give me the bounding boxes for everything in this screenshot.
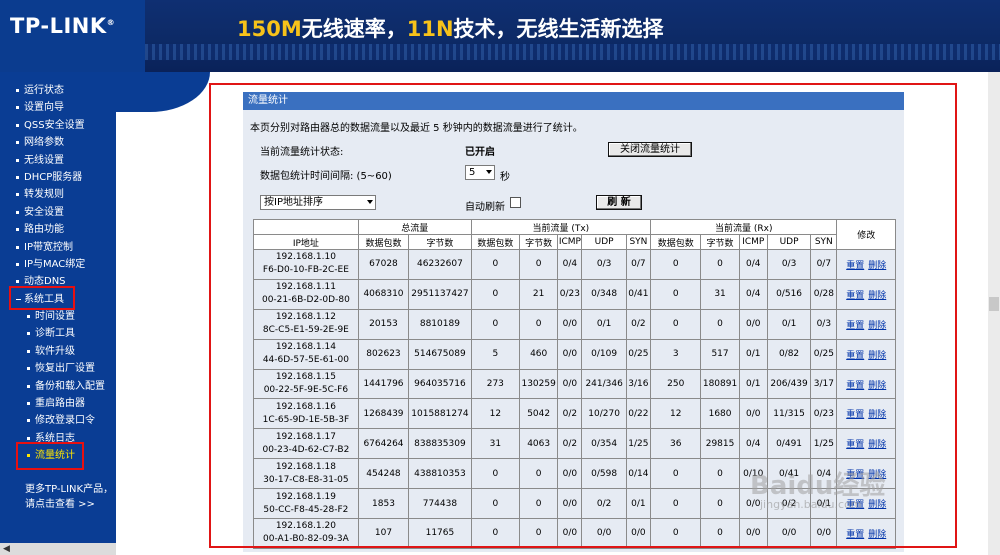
- sidebar-horizontal-scrollbar[interactable]: ◀: [0, 543, 116, 555]
- sidebar-item-2[interactable]: QSS安全设置: [0, 117, 116, 134]
- bullet-icon: [16, 123, 19, 127]
- bullet-icon: [16, 158, 19, 162]
- sidebar-item-label: 修改登录口令: [35, 415, 95, 427]
- bullet-icon: [16, 245, 19, 249]
- sidebar-item-6[interactable]: 转发规则: [0, 186, 116, 203]
- scrollbar-thumb[interactable]: [989, 297, 999, 311]
- sidebar-item-14[interactable]: 诊断工具: [0, 325, 116, 342]
- sidebar-item-label: 备份和载入配置: [35, 380, 105, 392]
- sidebar-item-16[interactable]: 恢复出厂设置: [0, 360, 116, 377]
- sidebar-item-0[interactable]: 运行状态: [0, 82, 116, 99]
- sidebar-item-13[interactable]: 时间设置: [0, 308, 116, 325]
- highlight-frame-traffic-stats: [16, 442, 84, 470]
- bullet-icon: [27, 332, 30, 336]
- sidebar-menu: 运行状态设置向导 QSS安全设置 网络参数无线设置 DHCP服务器 转发规则安全设置路由…: [0, 82, 116, 465]
- sidebar-item-label: 重启路由器: [35, 398, 85, 410]
- sidebar-item-label: 安全设置: [24, 206, 64, 218]
- sidebar-item-4[interactable]: 无线设置: [0, 152, 116, 169]
- sidebar-item-1[interactable]: 设置向导: [0, 99, 116, 116]
- sidebar-item-19[interactable]: 修改登录口令: [0, 412, 116, 429]
- sidebar-item-5[interactable]: DHCP服务器: [0, 169, 116, 186]
- bullet-icon: [27, 402, 30, 406]
- sidebar-item-label: 无线设置: [24, 154, 64, 166]
- sidebar-item-3[interactable]: 网络参数: [0, 134, 116, 151]
- sidebar-item-label: IP带宽控制: [24, 241, 73, 253]
- sidebar-item-label: 网络参数: [24, 137, 64, 149]
- bullet-icon: [16, 262, 19, 266]
- bullet-icon: [27, 367, 30, 371]
- sidebar-item-7[interactable]: 安全设置: [0, 204, 116, 221]
- sidebar-item-10[interactable]: IP与MAC绑定: [0, 256, 116, 273]
- slogan-banner: 150M无线速率，11N技术，无线生活新选择: [145, 0, 1000, 72]
- sidebar-item-label: DHCP服务器: [24, 171, 83, 183]
- watermark-url: jingyan.baidu.com: [760, 498, 862, 511]
- logo-area: TP-LINK®: [0, 0, 145, 72]
- tp-link-logo: TP-LINK®: [10, 14, 116, 38]
- sidebar-item-label: 设置向导: [24, 102, 64, 114]
- bullet-icon: [16, 175, 19, 179]
- slogan: 150M无线速率，11N技术，无线生活新选择: [237, 17, 664, 41]
- sidebar-item-label: IP与MAC绑定: [24, 258, 86, 270]
- header-banner: TP-LINK® 150M无线速率，11N技术，无线生活新选择: [0, 0, 1000, 72]
- watermark: Baidu经验: [750, 471, 886, 501]
- bullet-icon: [16, 193, 19, 197]
- bullet-icon: [27, 419, 30, 423]
- sidebar-item-9[interactable]: IP带宽控制: [0, 239, 116, 256]
- more-products-line2: 请点击查看 >>: [25, 499, 95, 510]
- sidebar-item-18[interactable]: 重启路由器: [0, 395, 116, 412]
- bullet-icon: [16, 210, 19, 214]
- bullet-icon: [16, 106, 19, 110]
- sidebar-item-label: 恢复出厂设置: [35, 363, 95, 375]
- sidebar-item-label: 转发规则: [24, 189, 64, 201]
- bullet-icon: [27, 315, 30, 319]
- sidebar-item-label: 软件升级: [35, 345, 75, 357]
- highlight-frame-system-tools: [9, 286, 75, 310]
- more-products-link[interactable]: 更多TP-LINK产品， 请点击查看 >>: [25, 482, 113, 512]
- bullet-icon: [27, 349, 30, 353]
- sidebar-item-8[interactable]: 路由功能: [0, 221, 116, 238]
- sidebar-item-label: 路由功能: [24, 224, 64, 236]
- scroll-left-icon[interactable]: ◀: [3, 544, 10, 554]
- bullet-icon: [16, 141, 19, 145]
- sidebar-item-15[interactable]: 软件升级: [0, 343, 116, 360]
- sidebar-item-label: 运行状态: [24, 85, 64, 96]
- sidebar-item-label: 时间设置: [35, 311, 75, 323]
- bullet-icon: [27, 436, 30, 440]
- sidebar-item-label: QSS安全设置: [24, 119, 85, 131]
- sidebar-item-17[interactable]: 备份和载入配置: [0, 378, 116, 395]
- sidebar-item-label: 诊断工具: [35, 328, 75, 340]
- bullet-icon: [27, 384, 30, 388]
- banner-decoration: [145, 44, 1000, 60]
- bullet-icon: [16, 280, 19, 284]
- vertical-scrollbar[interactable]: [988, 72, 1000, 555]
- bullet-icon: [16, 228, 19, 232]
- more-products-line1: 更多TP-LINK产品，: [25, 484, 114, 495]
- sidebar-corner: [100, 72, 210, 112]
- bullet-icon: [16, 89, 19, 92]
